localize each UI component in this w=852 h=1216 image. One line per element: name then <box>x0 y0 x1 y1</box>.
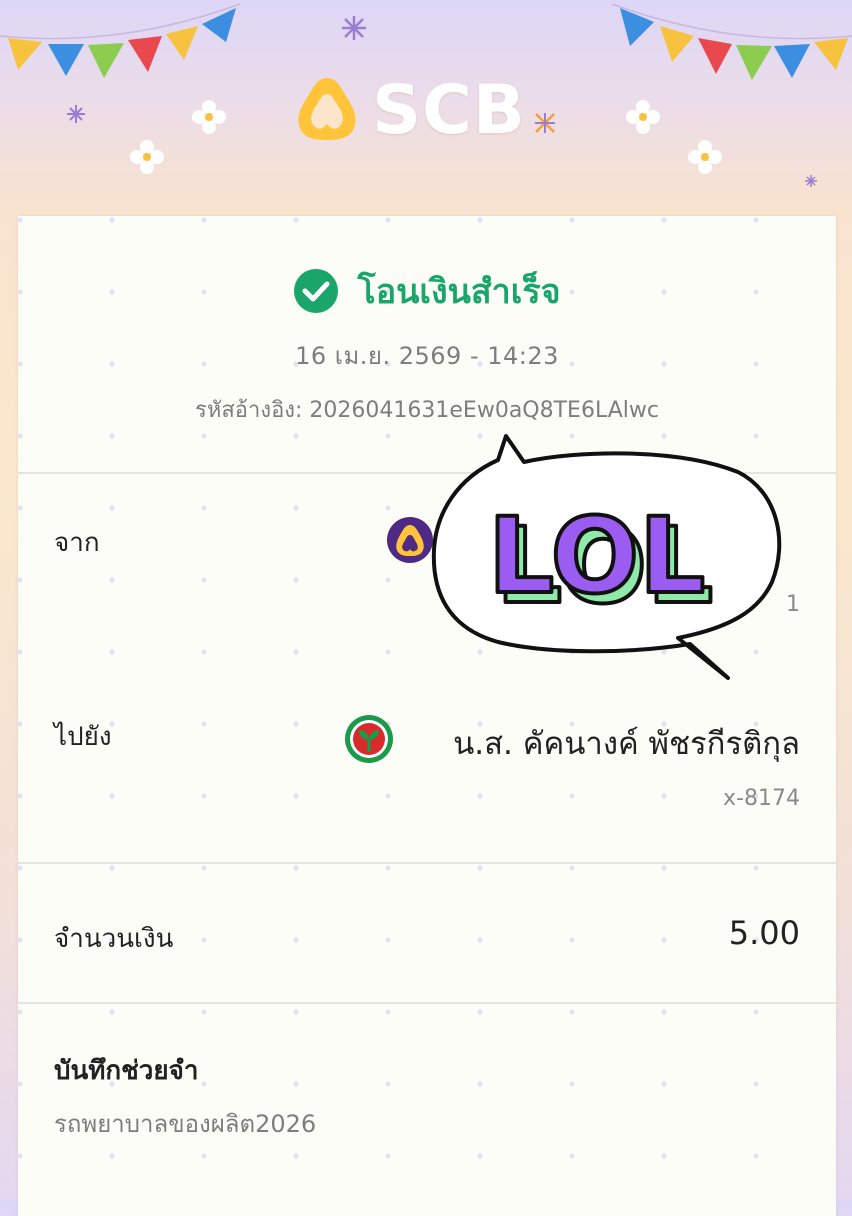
recipient-name: น.ส. คัคนางค์ พัชรกีรติกุล <box>453 726 800 762</box>
scb-logo: SCB <box>292 70 526 150</box>
bunting-left-decoration <box>0 3 241 78</box>
sticker-text: LOL <box>488 495 705 617</box>
sparkle-icon <box>67 105 85 123</box>
lol-speech-bubble-sticker: LOL LOL <box>431 434 782 680</box>
kbank-bank-icon <box>345 715 393 763</box>
sparkle-icon <box>342 16 366 40</box>
memo-value: รถพยาบาลของผลิต2026 <box>54 1110 317 1138</box>
recipient-account: x-8174 <box>723 786 800 811</box>
amount-label: จำนวนเงิน <box>54 924 174 954</box>
status-banner: โอนเงินสำเร็จ <box>18 264 836 318</box>
flower-icon <box>192 100 226 134</box>
flower-icon <box>130 140 164 174</box>
status-text: โอนเงินสำเร็จ <box>357 272 561 312</box>
reference-number: รหัสอ้างอิง: 2026041631eEw0aQ8TE6LAlwc <box>195 398 659 423</box>
transaction-datetime: 16 เม.ย. 2569 - 14:23 <box>295 342 559 370</box>
memo-label: บันทึกช่วยจำ <box>54 1056 199 1086</box>
brand-name: SCB <box>372 70 526 150</box>
amount-value: 5.00 <box>728 914 800 952</box>
receipt-header: SCB <box>0 0 852 216</box>
divider <box>18 862 836 864</box>
receipt-card: โอนเงินสำเร็จ 16 เม.ย. 2569 - 14:23 รหัส… <box>18 216 836 1216</box>
divider <box>18 1002 836 1004</box>
check-circle-icon <box>294 269 339 313</box>
flower-icon <box>688 140 722 174</box>
from-label: จาก <box>54 528 100 558</box>
flower-icon <box>626 100 660 134</box>
sparkle-icon <box>535 113 555 133</box>
bunting-right-decoration <box>611 3 852 80</box>
scb-logo-icon <box>298 78 356 140</box>
sparkle-icon <box>805 175 817 187</box>
from-account-suffix: 1 <box>786 592 800 617</box>
scb-bank-icon <box>387 517 433 563</box>
to-label: ไปยัง <box>54 722 112 752</box>
